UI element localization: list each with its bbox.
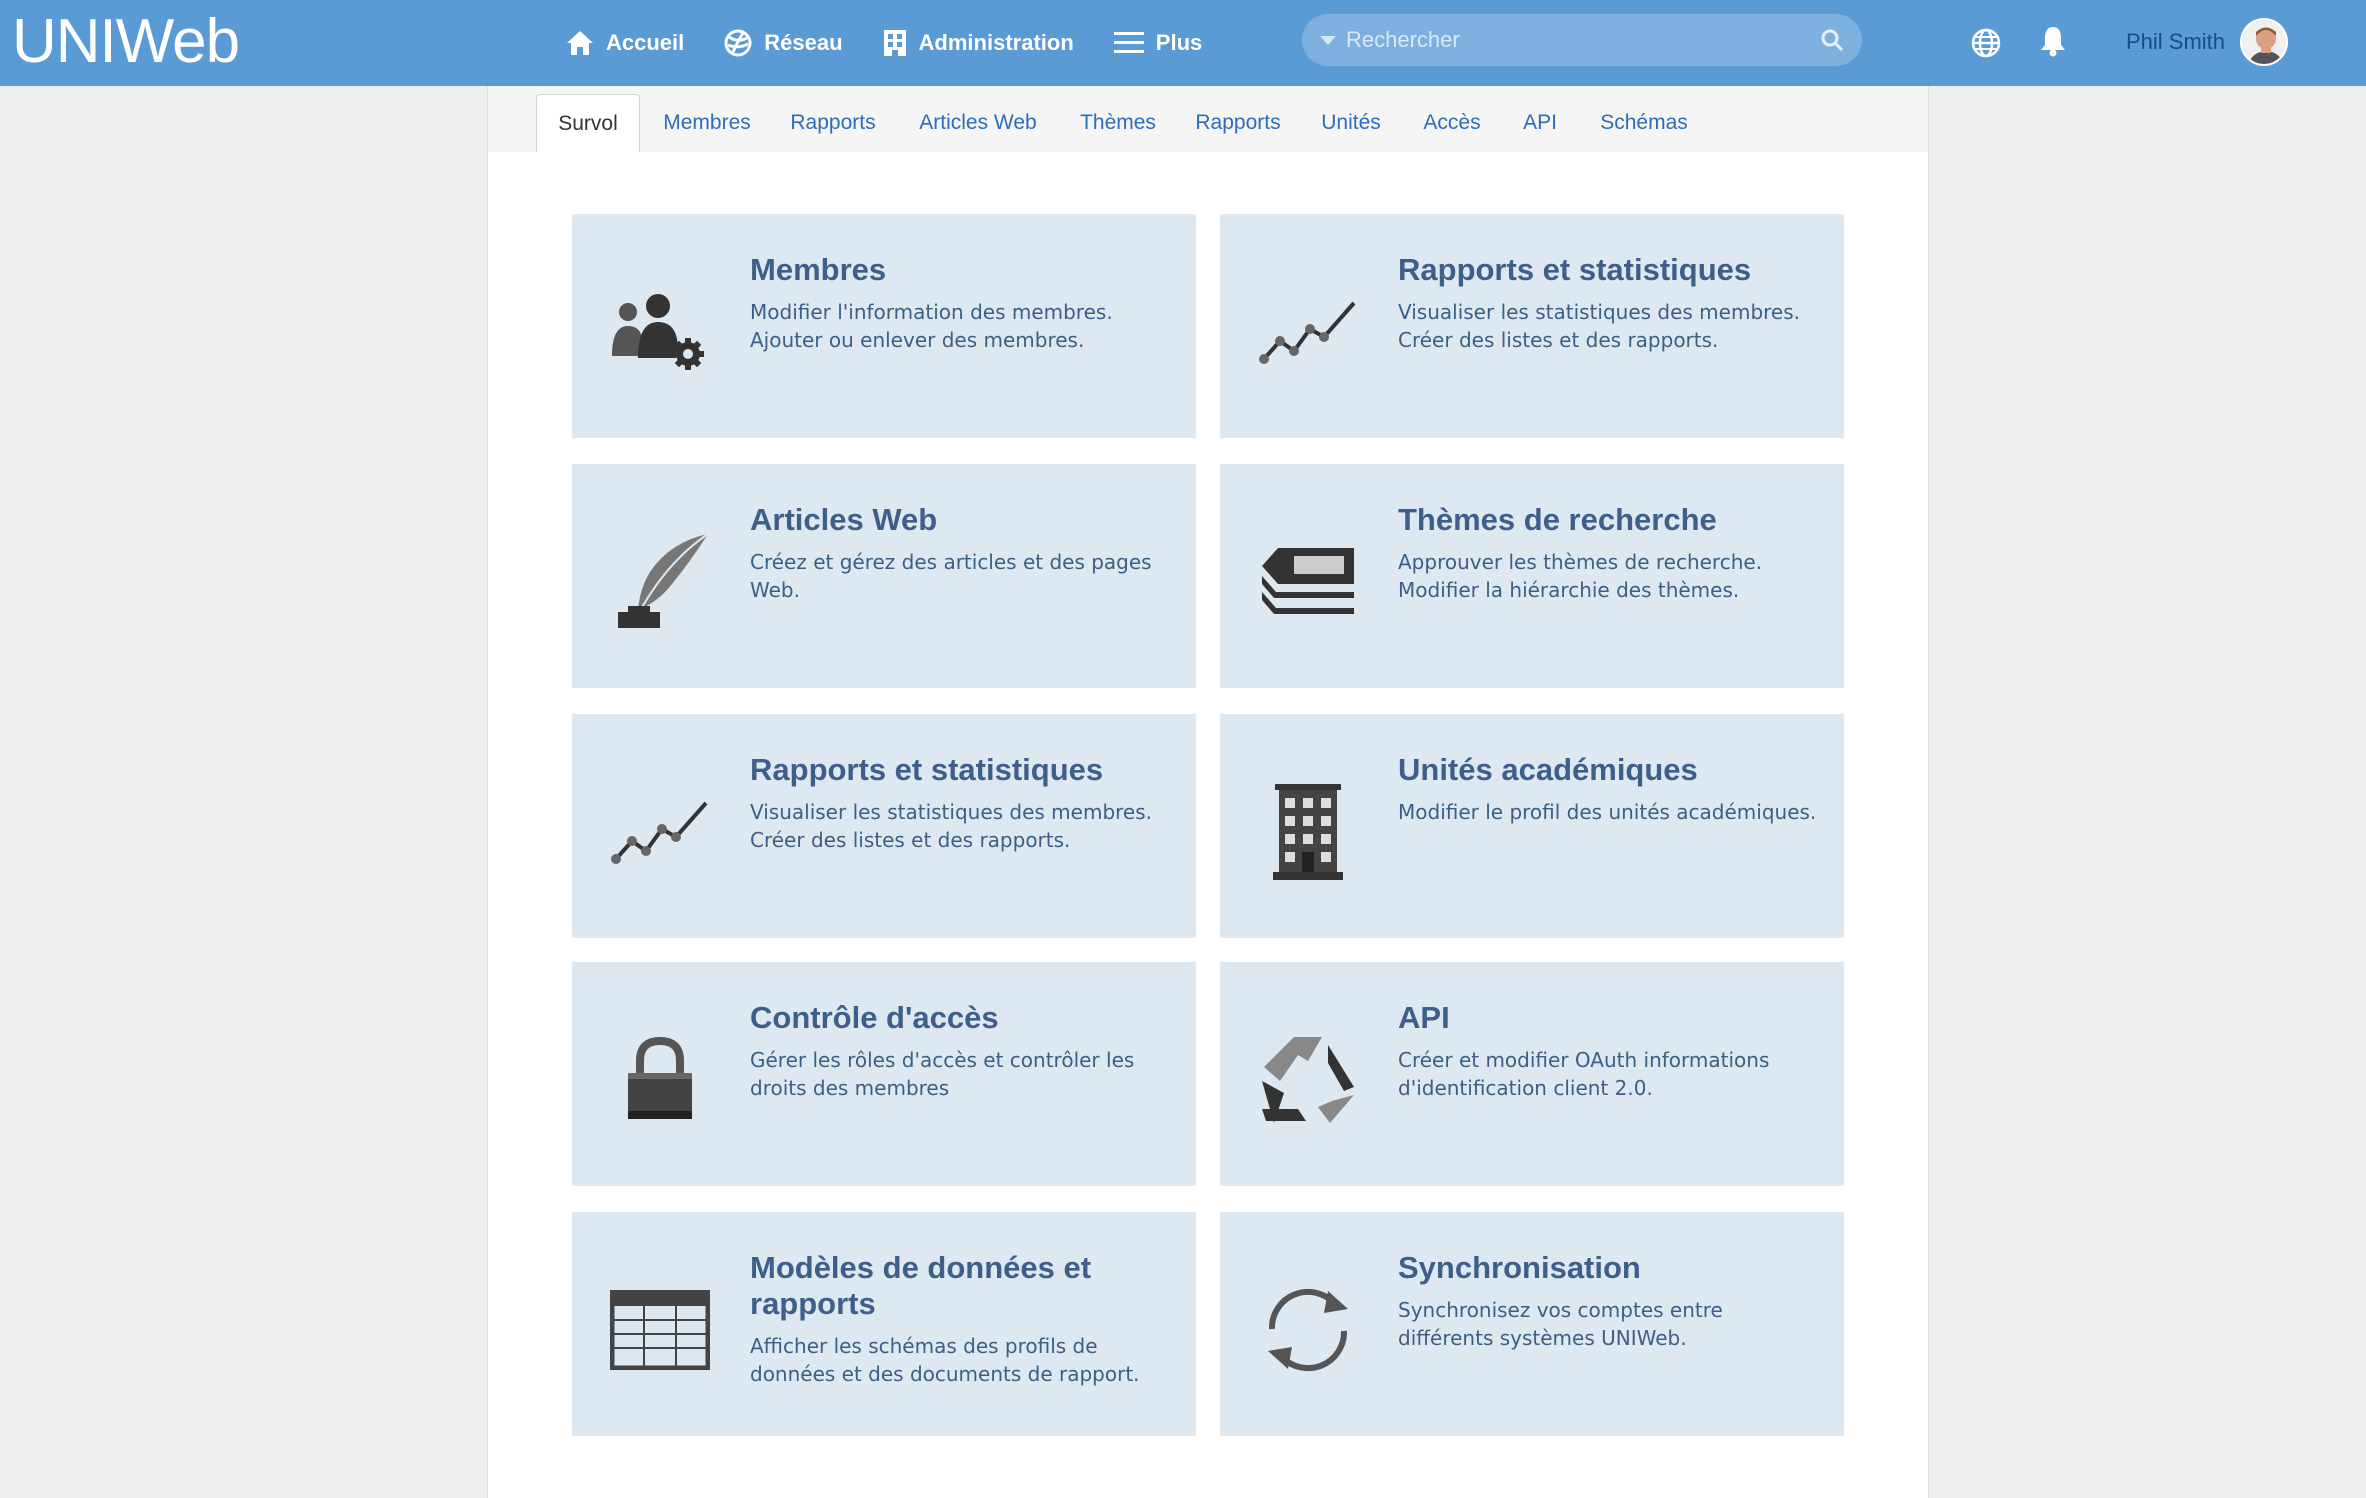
building-icon <box>1258 782 1358 882</box>
network-icon <box>724 29 752 57</box>
tab-api[interactable]: API <box>1508 94 1572 152</box>
nav-item-administration[interactable]: Administration <box>883 29 1074 57</box>
tab-survol[interactable]: Survol <box>536 94 640 152</box>
nav-item-label: Plus <box>1155 30 1203 55</box>
search-input[interactable] <box>1346 20 1806 60</box>
card-articles-web[interactable]: Articles Web Créez et gérez des articles… <box>572 464 1196 688</box>
line-chart-icon <box>1258 282 1358 382</box>
card-title: Modèles de données et rapports <box>750 1250 1092 1321</box>
card-description: Approuver les thèmes de recherche. Modif… <box>1398 550 1763 602</box>
nav-item-label: Accueil <box>606 30 685 55</box>
card-description: Modifier le profil des unités académique… <box>1398 800 1817 824</box>
card-title: Rapports et statistiques <box>750 752 1104 787</box>
sync-icon <box>1258 1280 1358 1380</box>
card-rapports-statistiques[interactable]: Rapports et statistiques Visualiser les … <box>1220 214 1844 438</box>
tab-schemas[interactable]: Schémas <box>1588 94 1700 152</box>
search-scope-dropdown[interactable] <box>1320 35 1336 45</box>
card-title: Unités académiques <box>1398 752 1698 787</box>
user-name-link[interactable]: Phil Smith <box>2126 29 2225 55</box>
globe-icon[interactable] <box>1970 27 2002 59</box>
main-nav: Accueil Réseau Administration Plus <box>566 0 1242 86</box>
card-rapports-statistiques-2[interactable]: Rapports et statistiques Visualiser les … <box>572 714 1196 938</box>
tab-articles-web[interactable]: Articles Web <box>904 94 1052 152</box>
card-description: Créez et gérez des articles et des pages… <box>750 550 1152 602</box>
avatar[interactable] <box>2240 18 2288 66</box>
app-logo[interactable]: UNIWeb <box>12 2 240 82</box>
card-description: Modifier l'information des membres. Ajou… <box>750 300 1113 352</box>
padlock-icon <box>610 1030 710 1130</box>
card-themes-recherche[interactable]: Thèmes de recherche Approuver les thèmes… <box>1220 464 1844 688</box>
menu-icon <box>1113 32 1144 53</box>
admin-tabs: Survol Membres Rapports Articles Web Thè… <box>488 86 1928 152</box>
tab-rapports[interactable]: Rapports <box>778 94 888 152</box>
search-bar <box>1302 14 1862 66</box>
card-description: Visualiser les statistiques des membres.… <box>750 800 1153 852</box>
card-modeles-donnees[interactable]: Modèles de données et rapports Afficher … <box>572 1212 1196 1436</box>
card-title: Contrôle d'accès <box>750 1000 999 1035</box>
tags-icon <box>1258 532 1358 632</box>
search-icon[interactable] <box>1820 28 1844 52</box>
building-icon <box>883 30 906 56</box>
card-description: Gérer les rôles d'accès et contrôler les… <box>750 1048 1135 1100</box>
tab-acces[interactable]: Accès <box>1410 94 1494 152</box>
card-description: Afficher les schémas des profils de donn… <box>750 1334 1140 1386</box>
table-grid-icon <box>610 1280 710 1380</box>
card-title: Thèmes de recherche <box>1398 502 1717 537</box>
nav-item-reseau[interactable]: Réseau <box>724 29 843 57</box>
card-api[interactable]: API Créer et modifier OAuth informations… <box>1220 962 1844 1186</box>
nav-item-plus[interactable]: Plus <box>1113 30 1203 56</box>
line-chart-icon <box>610 782 710 882</box>
card-title: Membres <box>750 252 887 287</box>
nav-item-label: Réseau <box>764 30 843 55</box>
card-unites-academiques[interactable]: Unités académiques Modifier le profil de… <box>1220 714 1844 938</box>
nav-item-label: Administration <box>918 30 1074 55</box>
card-description: Visualiser les statistiques des membres.… <box>1398 300 1801 352</box>
home-icon <box>567 31 593 55</box>
recycle-arrows-icon <box>1258 1030 1358 1130</box>
tab-rapports-2[interactable]: Rapports <box>1184 94 1292 152</box>
card-description: Synchronisez vos comptes entre différent… <box>1398 1298 1723 1350</box>
tab-unites[interactable]: Unités <box>1306 94 1396 152</box>
nav-item-accueil[interactable]: Accueil <box>566 30 684 56</box>
tab-themes[interactable]: Thèmes <box>1066 94 1170 152</box>
card-synchronisation[interactable]: Synchronisation Synchronisez vos comptes… <box>1220 1212 1844 1436</box>
card-title: Synchronisation <box>1398 1250 1641 1285</box>
tab-membres[interactable]: Membres <box>652 94 762 152</box>
card-controle-acces[interactable]: Contrôle d'accès Gérer les rôles d'accès… <box>572 962 1196 1186</box>
top-bar: UNIWeb Accueil Réseau Administration Plu… <box>0 0 2366 86</box>
quill-ink-icon <box>610 532 710 632</box>
bell-icon[interactable] <box>2038 25 2068 57</box>
card-membres[interactable]: Membres Modifier l'information des membr… <box>572 214 1196 438</box>
members-gear-icon <box>610 282 710 382</box>
card-title: API <box>1398 1000 1450 1035</box>
card-title: Rapports et statistiques <box>1398 252 1752 287</box>
card-title: Articles Web <box>750 502 938 537</box>
card-description: Créer et modifier OAuth informations d'i… <box>1398 1048 1770 1100</box>
